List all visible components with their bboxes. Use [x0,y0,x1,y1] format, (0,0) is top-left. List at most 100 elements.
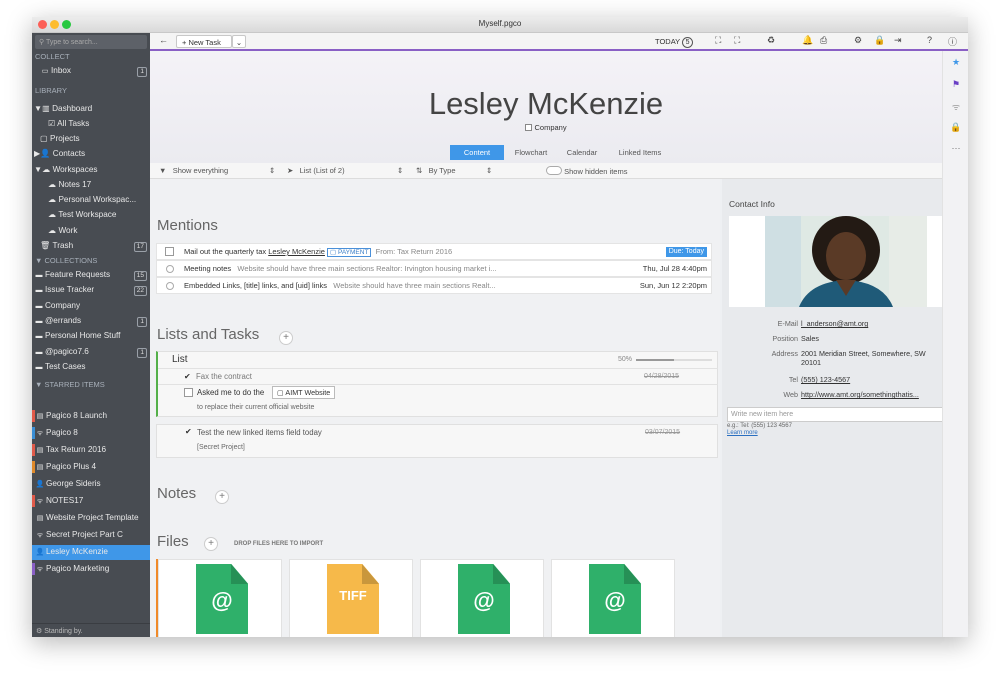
list-filter-label: List (List of 2) [299,166,345,175]
task-checkbox[interactable] [184,388,193,397]
sidebar-item-label: Issue Tracker [45,285,95,295]
gear-icon[interactable]: ⚙ [854,35,862,46]
sidebar-item-starred[interactable]: 👤 Lesley McKenzie [32,545,150,560]
lock-icon[interactable]: 🔒 [874,35,885,46]
sidebar-item-collection[interactable]: ▬ Feature Requests 15 [32,268,150,282]
today-button[interactable]: TODAY 5 [655,35,694,48]
sidebar-item[interactable]: ☁ Notes 17 [32,178,150,192]
sync-icon[interactable]: ♻ [767,35,775,46]
learn-more-link[interactable]: Learn more [727,430,758,436]
collapse-icon[interactable]: ⛶ [734,35,740,46]
files-heading: Files [157,533,189,550]
file-card[interactable]: @ Re: Search of Pagico [158,559,282,637]
sidebar-item-collection[interactable]: ▬ Personal Home Stuff [32,329,150,343]
sidebar-item-collection[interactable]: ▬ @errands 1 [32,314,150,328]
more-icon[interactable]: ⋯ [943,143,968,154]
file-card[interactable]: TIFF Design Draft 1.tiff [289,559,413,637]
contact-field-value[interactable]: http://www.amt.org/somethingthatis... [801,390,941,399]
info-icon[interactable]: ⓘ [948,35,957,48]
company-checkbox[interactable]: Company [150,123,942,132]
checkmark-icon[interactable]: ✔ [185,427,192,436]
task-card[interactable]: ✔ Test the new linked items field today … [156,424,718,458]
sidebar-item[interactable]: ☁ Personal Workspac... [32,193,150,207]
sidebar-item-collection[interactable]: ▬ Company [32,299,150,313]
contact-field-value[interactable]: l_anderson@amt.org [801,319,941,328]
contact-info-heading: Contact Info [729,199,775,209]
sidebar-item[interactable]: 🗑 Trash 17 [32,239,150,253]
search-input[interactable]: ⚲ Type to search... [35,35,147,49]
progress-label: 50% [618,356,633,363]
sidebar-item-starred[interactable]: ▤ Pagico 8 Launch [32,409,150,424]
sidebar-item-starred[interactable]: ▤ Pagico Plus 4 [32,460,150,475]
chevron-down-icon[interactable]: ⌄ [232,35,246,48]
sidebar-item-collection[interactable]: ▬ Issue Tracker 22 [32,283,150,297]
task-row[interactable]: ✔ Fax the contract 04/28/2015 [158,368,718,383]
contact-field-value: 2001 Meridian Street, Somewhere, SW 2010… [801,349,926,367]
bell-icon[interactable]: 🔔 [802,35,813,46]
sidebar-item-starred[interactable]: 👤 George Sideris [32,477,150,492]
hidden-items-toggle[interactable]: Show hidden items [546,166,627,176]
wifi-icon[interactable]: ᯤ [943,100,968,113]
show-filter[interactable]: ▼ Show everything ⇕ [159,166,275,175]
contact-info-panel: Contact Info E-Mail l_anderson@amt.org Pos… [722,179,963,637]
help-icon[interactable]: ? [927,35,932,45]
task-row[interactable]: Asked me to do the ▢ AIMT Website to rep… [158,384,718,418]
sidebar-item-starred[interactable]: ᯤ Secret Project Part C [32,528,150,543]
back-arrow-icon[interactable]: ← [159,35,168,45]
sidebar-item-starred[interactable]: ▤ Website Project Template [32,511,150,526]
color-marker [32,444,35,456]
mention-row[interactable]: Mail out the quarterly tax Lesley McKenz… [156,243,712,260]
mention-text: Meeting notes [184,264,232,273]
tab-content[interactable]: Content [450,145,504,160]
tab-linked-items[interactable]: Linked Items [608,145,672,160]
tab-calendar[interactable]: Calendar [558,145,606,160]
sidebar-item[interactable]: ▶👤 Contacts [32,147,150,161]
sidebar-item-collection[interactable]: ▬ @pagico7.6 1 [32,345,150,359]
sidebar-item-label: Pagico Plus 4 [46,462,97,471]
sidebar-item-collection[interactable]: ▬ Test Cases [32,360,150,374]
sidebar-item-starred[interactable]: ▤ Tax Return 2016 [32,443,150,458]
sidebar-item-starred[interactable]: ᯤ NOTES17 [32,494,150,509]
contact-link[interactable]: Lesley McKenzie [268,247,325,256]
sidebar-item[interactable]: ☑ All Tasks [32,117,150,131]
sidebar-item[interactable]: ▢ Projects [32,132,150,146]
navigate-icon: ➤ [287,166,294,175]
tab-flowchart[interactable]: Flowchart [506,145,556,160]
task-note: [Secret Project] [197,444,245,451]
tag-badge[interactable]: ▢ PAYMENT [327,248,372,257]
today-count: 5 [682,37,694,48]
sidebar-item[interactable]: ▼▥ Dashboard [32,102,150,116]
sidebar-item[interactable]: ▼☁ Workspaces [32,163,150,177]
sidebar-item-starred[interactable]: ᯤ Pagico Marketing [32,562,150,577]
flag-icon[interactable]: ⚑ [943,79,968,90]
sidebar-item[interactable]: ☁ Test Workspace [32,208,150,222]
export-icon[interactable]: ⇥ [894,35,902,46]
list-filter[interactable]: ➤ List (List of 2) ⇕ [287,166,403,175]
file-card[interactable]: @ Re: Continue sending [551,559,675,637]
mention-row[interactable]: Embedded Links, [title] links, and [uid]… [156,277,712,294]
lock-icon[interactable]: 🔒 [943,122,968,133]
sort-filter[interactable]: ⇅ By Type ⇕ [416,166,492,175]
task-checkbox[interactable] [165,247,174,256]
add-file-button[interactable]: + [204,537,218,551]
file-card[interactable]: @ Watch Service Request [420,559,544,637]
count-badge: 15 [133,271,147,281]
mention-row[interactable]: Meeting notes Website should have three … [156,260,712,277]
sidebar-item[interactable]: ☁ Work [32,224,150,238]
count-badge: 1 [137,316,147,327]
linked-project-chip[interactable]: ▢ AIMT Website [272,386,336,399]
new-item-field[interactable]: Write new item here [727,407,947,422]
checkmark-icon[interactable]: ✔ [184,369,191,384]
print-icon[interactable]: ⎙ [820,35,827,46]
star-icon[interactable]: ★ [943,57,968,68]
expand-icon[interactable]: ⛶ [715,35,721,46]
add-list-button[interactable]: + [279,331,293,345]
folder-icon: ▬ [35,348,43,356]
new-task-button[interactable]: + New Task [176,35,232,48]
contact-field-value[interactable]: (555) 123-4567 [801,375,941,384]
sidebar-item-inbox[interactable]: ▭ Inbox 1 [32,64,150,78]
task-title: Asked me to do the [197,388,265,397]
sidebar-item-starred[interactable]: ᯤ Pagico 8 [32,426,150,441]
add-note-button[interactable]: + [215,490,229,504]
note-bullet-icon [166,265,174,273]
